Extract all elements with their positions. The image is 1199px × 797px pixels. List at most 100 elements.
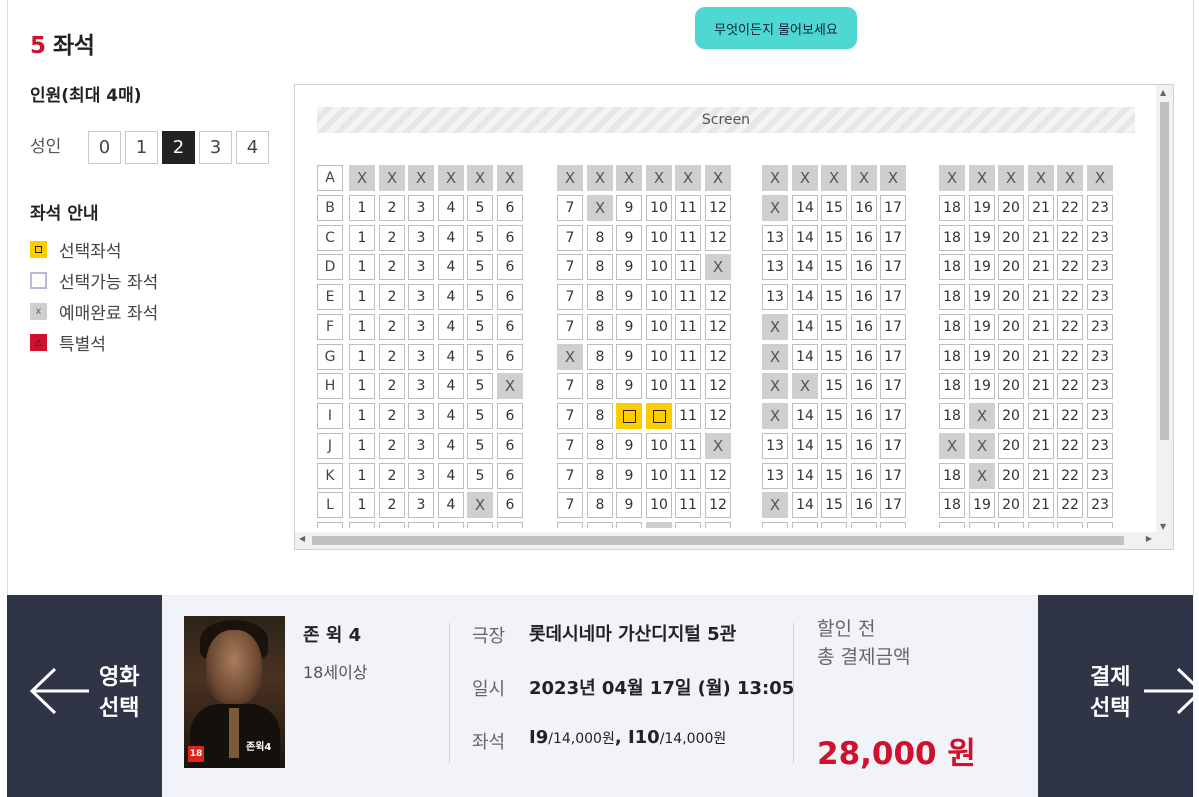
seat-K9[interactable]: 9	[616, 463, 642, 489]
select-movie-button[interactable]: 영화 선택	[7, 595, 162, 797]
seat-M12[interactable]: 12	[705, 522, 731, 528]
seat-E21[interactable]: 21	[1028, 284, 1054, 310]
seat-C5[interactable]: 5	[467, 225, 493, 251]
seat-M20[interactable]: 20	[998, 522, 1024, 528]
seat-I6[interactable]: 6	[497, 403, 523, 429]
seat-I23[interactable]: 23	[1087, 403, 1113, 429]
seat-G11[interactable]: 11	[675, 344, 701, 370]
seat-B14[interactable]: 14	[792, 195, 818, 221]
seat-H10[interactable]: 10	[646, 373, 672, 399]
horizontal-scrollbar[interactable]: ◀ ▶	[295, 532, 1173, 549]
seat-G19[interactable]: 19	[969, 344, 995, 370]
seat-D17[interactable]: 17	[880, 254, 906, 280]
seat-C23[interactable]: 23	[1087, 225, 1113, 251]
seat-D22[interactable]: 22	[1057, 254, 1083, 280]
seat-K10[interactable]: 10	[646, 463, 672, 489]
seat-I22[interactable]: 22	[1057, 403, 1083, 429]
seat-H4[interactable]: 4	[438, 373, 464, 399]
seat-F7[interactable]: 7	[557, 314, 583, 340]
seat-K3[interactable]: 3	[408, 463, 434, 489]
seat-L22[interactable]: 22	[1057, 492, 1083, 518]
seat-B15[interactable]: 15	[821, 195, 847, 221]
seat-H1[interactable]: 1	[349, 373, 375, 399]
scroll-left-icon[interactable]: ◀	[299, 534, 305, 543]
seat-B20[interactable]: 20	[998, 195, 1024, 221]
adult-count-button-3[interactable]: 3	[199, 131, 232, 164]
seat-H20[interactable]: 20	[998, 373, 1024, 399]
seat-D4[interactable]: 4	[438, 254, 464, 280]
seat-C10[interactable]: 10	[646, 225, 672, 251]
seat-G16[interactable]: 16	[851, 344, 877, 370]
seat-B7[interactable]: 7	[557, 195, 583, 221]
seat-B1[interactable]: 1	[349, 195, 375, 221]
seat-C4[interactable]: 4	[438, 225, 464, 251]
seat-K13[interactable]: 13	[762, 463, 788, 489]
seat-I11[interactable]: 11	[675, 403, 701, 429]
seat-K14[interactable]: 14	[792, 463, 818, 489]
seat-E15[interactable]: 15	[821, 284, 847, 310]
adult-count-button-2[interactable]: 2	[162, 131, 195, 164]
seat-H2[interactable]: 2	[379, 373, 405, 399]
seat-I9[interactable]	[616, 403, 642, 429]
seat-M4[interactable]: 4	[438, 522, 464, 528]
seat-D13[interactable]: 13	[762, 254, 788, 280]
seat-F1[interactable]: 1	[349, 314, 375, 340]
seat-H21[interactable]: 21	[1028, 373, 1054, 399]
seat-L15[interactable]: 15	[821, 492, 847, 518]
seat-B2[interactable]: 2	[379, 195, 405, 221]
seat-B3[interactable]: 3	[408, 195, 434, 221]
seat-I21[interactable]: 21	[1028, 403, 1054, 429]
seat-J6[interactable]: 6	[497, 433, 523, 459]
seat-I17[interactable]: 17	[880, 403, 906, 429]
adult-count-button-4[interactable]: 4	[236, 131, 269, 164]
seat-H17[interactable]: 17	[880, 373, 906, 399]
seat-E22[interactable]: 22	[1057, 284, 1083, 310]
ask-anything-tooltip[interactable]: 무엇이든지 물어보세요	[695, 7, 857, 49]
adult-count-button-0[interactable]: 0	[88, 131, 121, 164]
seat-C17[interactable]: 17	[880, 225, 906, 251]
seat-E9[interactable]: 9	[616, 284, 642, 310]
seat-F5[interactable]: 5	[467, 314, 493, 340]
seat-H15[interactable]: 15	[821, 373, 847, 399]
seat-B19[interactable]: 19	[969, 195, 995, 221]
seat-J17[interactable]: 17	[880, 433, 906, 459]
seat-G1[interactable]: 1	[349, 344, 375, 370]
seat-M21[interactable]: 21	[1028, 522, 1054, 528]
seat-I14[interactable]: 14	[792, 403, 818, 429]
seat-J8[interactable]: 8	[587, 433, 613, 459]
seat-F20[interactable]: 20	[998, 314, 1024, 340]
seat-C9[interactable]: 9	[616, 225, 642, 251]
seat-D21[interactable]: 21	[1028, 254, 1054, 280]
seat-C15[interactable]: 15	[821, 225, 847, 251]
seat-G4[interactable]: 4	[438, 344, 464, 370]
seat-D1[interactable]: 1	[349, 254, 375, 280]
seat-B16[interactable]: 16	[851, 195, 877, 221]
seat-D19[interactable]: 19	[969, 254, 995, 280]
seat-L17[interactable]: 17	[880, 492, 906, 518]
seat-K18[interactable]: 18	[939, 463, 965, 489]
seat-F16[interactable]: 16	[851, 314, 877, 340]
seat-K8[interactable]: 8	[587, 463, 613, 489]
seat-C20[interactable]: 20	[998, 225, 1024, 251]
seat-B9[interactable]: 9	[616, 195, 642, 221]
seat-C3[interactable]: 3	[408, 225, 434, 251]
seat-B4[interactable]: 4	[438, 195, 464, 221]
seat-I1[interactable]: 1	[349, 403, 375, 429]
seat-B10[interactable]: 10	[646, 195, 672, 221]
seat-I10[interactable]	[646, 403, 672, 429]
seat-K21[interactable]: 21	[1028, 463, 1054, 489]
seat-E10[interactable]: 10	[646, 284, 672, 310]
seat-B5[interactable]: 5	[467, 195, 493, 221]
adult-count-button-1[interactable]: 1	[125, 131, 158, 164]
seat-J1[interactable]: 1	[349, 433, 375, 459]
seat-H18[interactable]: 18	[939, 373, 965, 399]
seat-J23[interactable]: 23	[1087, 433, 1113, 459]
seat-J14[interactable]: 14	[792, 433, 818, 459]
seat-G23[interactable]: 23	[1087, 344, 1113, 370]
seat-H23[interactable]: 23	[1087, 373, 1113, 399]
seat-F18[interactable]: 18	[939, 314, 965, 340]
seat-I7[interactable]: 7	[557, 403, 583, 429]
seat-J7[interactable]: 7	[557, 433, 583, 459]
seat-K22[interactable]: 22	[1057, 463, 1083, 489]
seat-E17[interactable]: 17	[880, 284, 906, 310]
